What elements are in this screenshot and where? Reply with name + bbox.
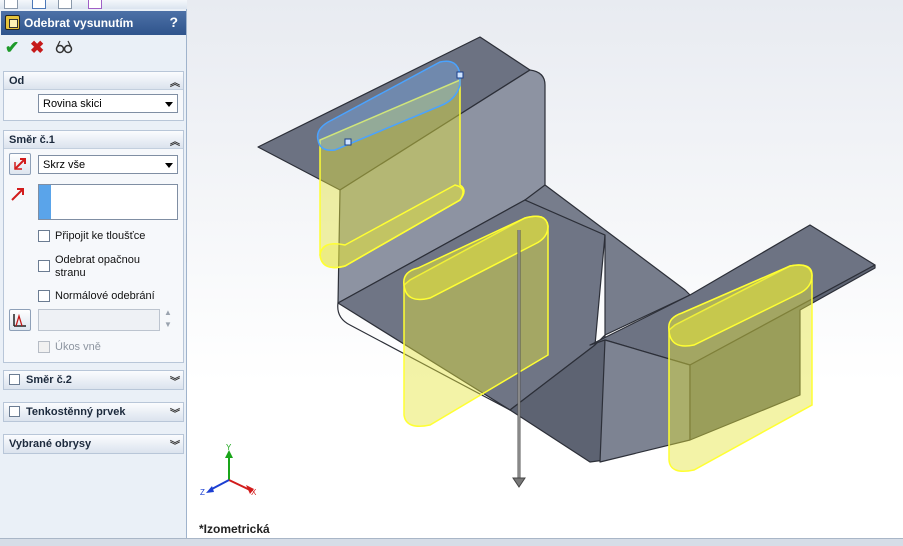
end-condition-value: Skrz vše [43,159,86,171]
draft-outward-checkbox[interactable] [38,341,50,353]
draft-outward-label: Úkos vně [55,341,101,353]
section-direction-1-label: Směr č.1 [9,134,55,146]
sketch-point-handle[interactable] [456,71,464,79]
direction-arrow-icon [11,188,24,201]
reverse-direction-button[interactable] [9,153,31,175]
section-from-header[interactable]: Od ︽ [4,72,183,90]
expand-chevron-icon: ︾ [170,409,180,420]
ok-button[interactable]: ✔ [5,38,19,58]
property-manager-tab-icon[interactable] [32,0,46,9]
reverse-direction-icon [14,158,26,170]
view-orientation-label: *Izometrická [199,522,270,536]
draft-icon [13,313,26,327]
dropdown-arrow-icon [165,102,173,107]
model-view[interactable]: Y X Z [187,0,903,546]
direction-reference-field[interactable] [38,184,178,220]
section-thin-feature-label: Tenkostěnný prvek [26,406,126,418]
triad-x-label: X [251,488,257,497]
flip-side-checkbox[interactable] [38,260,50,272]
selection-color-swatch [39,185,51,219]
expand-chevron-icon: ︾ [170,441,180,452]
configuration-tab-icon[interactable] [58,0,72,9]
section-thin-feature-header[interactable]: Tenkostěnný prvek ︾ [4,403,183,421]
section-direction-1: Směr č.1 ︽ Skrz vše Připojit ke tloušťce… [3,130,184,363]
spin-up-icon[interactable]: ▲ [164,308,172,317]
direction-2-checkbox[interactable] [9,374,20,385]
bottom-toolbar [0,538,903,546]
collapse-chevron-icon: ︽ [170,78,180,89]
normal-cut-checkbox[interactable] [38,290,50,302]
flip-side-label-line2: stranu [55,267,86,279]
section-selected-contours-header[interactable]: Vybrané obrysy ︾ [4,435,183,453]
triad-z-label: Z [200,488,205,497]
feature-title: Odebrat vysunutím [24,16,134,30]
section-direction-2[interactable]: Směr č.2 ︾ [3,370,184,390]
property-manager: Odebrat vysunutím ? ✔ ✖ Od ︽ Rovina skic… [0,0,187,546]
cut-extrude-icon [5,15,20,30]
link-to-thickness-label: Připojit ke tloušťce [55,230,146,242]
dropdown-arrow-icon [165,163,173,168]
graphics-area[interactable]: Y X Z [187,0,903,546]
appearance-tab-icon[interactable] [88,0,102,9]
normal-cut-label: Normálové odebrání [55,290,155,302]
reference-triad: Y X Z [200,443,257,497]
section-selected-contours-label: Vybrané obrysy [9,438,92,450]
section-thin-feature[interactable]: Tenkostěnný prvek ︾ [3,402,184,422]
flip-side-label-line1: Odebrat opačnou [55,254,141,266]
help-button[interactable]: ? [169,14,178,30]
manager-tabs [0,0,187,9]
detailed-preview-button[interactable] [55,40,73,57]
draft-toggle-button[interactable] [9,309,31,331]
spin-down-icon[interactable]: ▼ [164,320,172,329]
feature-tree-tab-icon[interactable] [4,0,18,9]
end-condition-select[interactable]: Skrz vše [38,155,178,174]
draft-angle-input[interactable] [38,309,160,331]
section-from: Od ︽ Rovina skici [3,71,184,121]
expand-chevron-icon: ︾ [170,377,180,388]
section-selected-contours[interactable]: Vybrané obrysy ︾ [3,434,184,454]
sketch-point-handle[interactable] [344,138,352,146]
triad-y-label: Y [226,443,232,452]
cancel-button[interactable]: ✖ [30,38,44,58]
from-select[interactable]: Rovina skici [38,94,178,113]
section-direction-2-header[interactable]: Směr č.2 ︾ [4,371,183,389]
section-direction-1-header[interactable]: Směr č.1 ︽ [4,131,183,149]
feature-title-bar: Odebrat vysunutím ? [1,11,186,35]
thin-feature-checkbox[interactable] [9,406,20,417]
section-direction-2-label: Směr č.2 [26,374,72,386]
section-from-label: Od [9,75,25,87]
link-to-thickness-checkbox[interactable] [38,230,50,242]
collapse-chevron-icon: ︽ [170,137,180,148]
glasses-icon [55,40,73,54]
from-select-value: Rovina skici [43,98,102,110]
